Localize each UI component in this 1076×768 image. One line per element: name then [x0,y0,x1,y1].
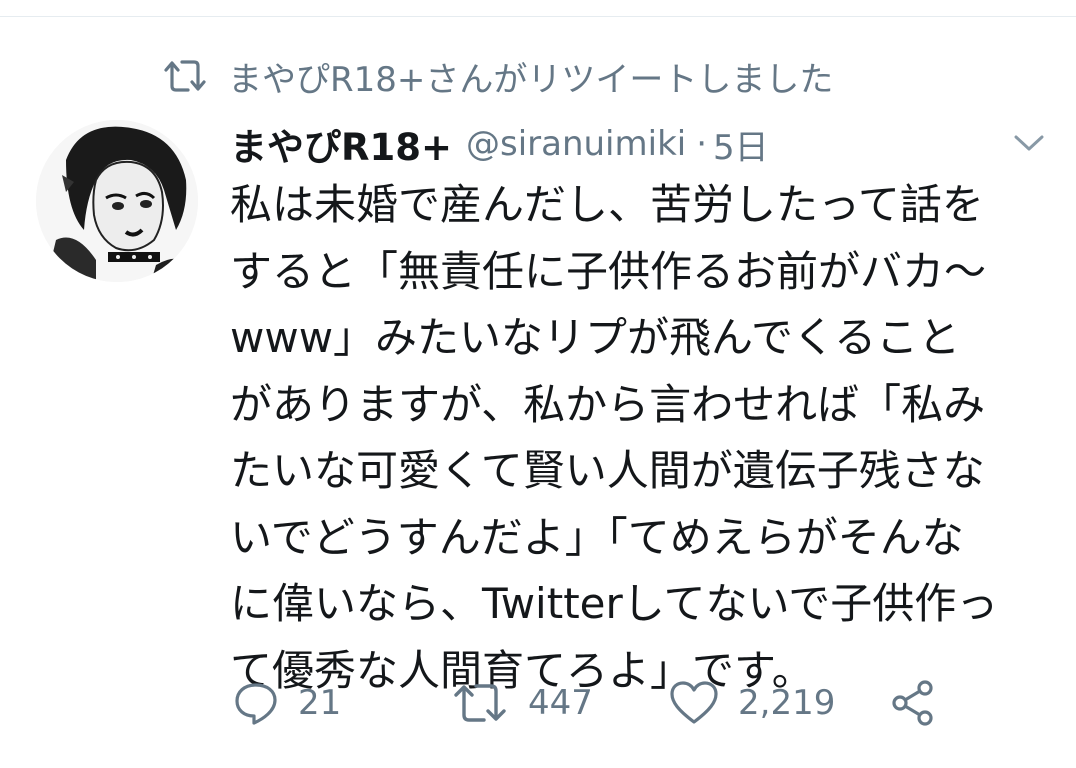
retweet-context[interactable]: まやぴR18+さんがリツイートしました [160,52,833,100]
reply-count: 21 [298,683,342,723]
top-divider [0,16,1076,17]
retweet-icon [450,679,510,727]
tweet-actions: 21 447 2,219 [228,676,988,730]
tweet-text-line: すると「無責任に子供作るお前がバカ～ [230,246,987,296]
author-handle[interactable]: @siranuimiki [466,124,686,164]
chevron-down-icon[interactable] [1012,130,1046,156]
reply-button[interactable]: 21 [232,676,341,730]
retweet-count: 447 [528,683,593,723]
reply-icon [232,679,280,727]
retweet-context-text: まやぴR18+さんがリツイートしました [228,59,834,100]
heart-icon [668,679,720,727]
tweet-text-line: たいな可愛くて賢い人間が遺伝子残さな [230,446,985,495]
separator-dot: · [696,124,708,164]
tweet-timestamp[interactable]: 5日 [713,120,769,169]
tweet-text-line: に偉いなら、Twitterしてないで子供作っ [230,579,999,628]
tweet-text-line: 私は未婚で産んだし、苦労したって話を [230,180,984,229]
author-display-name[interactable]: まやぴR18+ [230,117,452,171]
tweet-text-line: いでどうすんだよ」「てめえらがそんな [230,512,964,562]
tweet-text-line: がありますが、私から言わせれば「私み [230,379,986,429]
retweet-icon [160,56,210,96]
avatar[interactable] [36,120,198,282]
tweet-text: 私は未婚で産んだし、苦労したって話を すると「無責任に子供作るお前がバカ～ ww… [230,172,1060,704]
retweet-button[interactable]: 447 [450,676,593,730]
share-button[interactable] [888,676,938,730]
like-count: 2,219 [738,683,836,723]
tweet-text-line: www」みたいなリプが飛んでくること [230,313,961,362]
like-button[interactable]: 2,219 [668,676,835,730]
avatar-image [36,120,198,282]
tweet-header: まやぴR18+ @siranuimiki · 5日 [230,118,769,170]
share-icon [888,678,938,728]
